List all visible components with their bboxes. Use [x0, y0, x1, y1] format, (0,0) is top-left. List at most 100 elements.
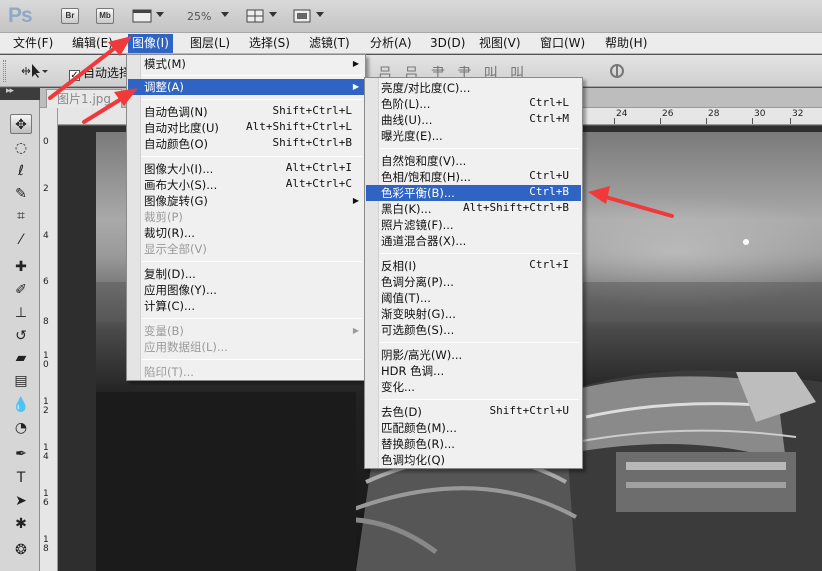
view-extras-dropdown-icon[interactable]	[156, 12, 164, 17]
ruler-mark	[706, 118, 707, 124]
menu-separator	[380, 399, 579, 400]
menu-item-crop: 裁剪(P)	[144, 210, 183, 224]
menu-item-hdr-toning[interactable]: HDR 色调...	[366, 363, 581, 379]
menu-item-levels[interactable]: 色阶(L)... Ctrl+L	[366, 96, 581, 112]
menu-item-auto-color[interactable]: 自动颜色(O) Shift+Ctrl+B	[128, 136, 364, 152]
shape-icon[interactable]: ✱	[10, 514, 32, 534]
view-extras-icon[interactable]	[132, 9, 152, 23]
menu-item-color-balance[interactable]: 色彩平衡(B)... Ctrl+B	[366, 185, 581, 201]
menu-separator	[142, 359, 362, 360]
quick-select-icon[interactable]: ✎	[10, 184, 32, 204]
ruler-tick-label: 1 8	[43, 535, 49, 554]
arrange-documents-icon[interactable]	[246, 9, 264, 23]
launch-bridge-button[interactable]: Br	[61, 8, 79, 24]
eraser-icon[interactable]: ▰	[10, 348, 32, 368]
marquee-icon[interactable]: ◌	[10, 138, 32, 158]
menu-item-brightness-contrast[interactable]: 亮度/对比度(C)...	[366, 80, 581, 96]
menu-item-duplicate[interactable]: 复制(D)...	[128, 266, 364, 282]
healing-brush-icon[interactable]: ✚	[10, 257, 32, 277]
menu-item-curves[interactable]: 曲线(U)... Ctrl+M	[366, 112, 581, 128]
menu-item-desaturate[interactable]: 去色(D) Shift+Ctrl+U	[366, 404, 581, 420]
menu-item-equalize[interactable]: 色调均化(Q)	[366, 452, 581, 468]
menu-separator	[380, 253, 579, 254]
menu-item-mode[interactable]: 模式(M) ▶	[128, 56, 364, 72]
menu-item-invert[interactable]: 反相(I) Ctrl+I	[366, 258, 581, 274]
menu-window[interactable]: 窗口(W)	[536, 34, 589, 53]
menu-image[interactable]: 图像(I)	[128, 34, 173, 53]
menu-separator	[142, 99, 362, 100]
clone-stamp-icon[interactable]: ⊥	[10, 303, 32, 323]
menu-layer[interactable]: 图层(L)	[186, 34, 234, 53]
menu-item-selective-color[interactable]: 可选颜色(S)...	[366, 322, 581, 338]
gradient-icon[interactable]: ▤	[10, 371, 32, 391]
menu-item-variations[interactable]: 变化...	[366, 379, 581, 395]
brush-icon[interactable]: ✐	[10, 280, 32, 300]
zoom-level[interactable]: 25%	[187, 10, 211, 23]
ruler-tick-label: 26	[662, 109, 674, 119]
menu-file[interactable]: 文件(F)	[9, 34, 57, 53]
screen-mode-dropdown-icon[interactable]	[316, 12, 324, 17]
dodge-icon[interactable]: ◔	[10, 418, 32, 438]
menu-edit[interactable]: 编辑(E)	[68, 34, 117, 53]
menu-3d[interactable]: 3D(D)	[426, 34, 469, 53]
vertical-ruler[interactable]: 0 2 4 6 8 1 0 1 2 1 4 1 6 1 8	[40, 108, 58, 571]
menu-item-trap: 陷印(T)...	[144, 365, 194, 379]
menu-item-adjustments[interactable]: 调整(A) ▶	[128, 79, 364, 95]
menu-item-auto-tone[interactable]: 自动色调(N) Shift+Ctrl+L	[128, 104, 364, 120]
menu-item-image-size[interactable]: 图像大小(I)... Alt+Ctrl+I	[128, 161, 364, 177]
menu-item-match-color[interactable]: 匹配颜色(M)...	[366, 420, 581, 436]
type-icon[interactable]: T	[10, 468, 32, 488]
blur-icon[interactable]: 💧	[10, 395, 32, 415]
zoom-dropdown-icon[interactable]	[221, 12, 229, 17]
menu-filter[interactable]: 滤镜(T)	[305, 34, 354, 53]
arrange-dropdown-icon[interactable]	[269, 12, 277, 17]
menu-item-black-white[interactable]: 黑白(K)... Alt+Shift+Ctrl+B	[366, 201, 581, 217]
menu-item-posterize[interactable]: 色调分离(P)...	[366, 274, 581, 290]
document-tab[interactable]: 图片1.jpg	[46, 89, 123, 108]
menu-item-vibrance[interactable]: 自然饱和度(V)...	[366, 153, 581, 169]
menu-item-image-rotation[interactable]: 图像旋转(G) ▶	[128, 193, 364, 209]
3d-rotate-icon[interactable]: ❂	[10, 540, 32, 560]
screen-mode-icon[interactable]	[293, 9, 311, 23]
menu-item-replace-color[interactable]: 替换颜色(R)...	[366, 436, 581, 452]
menu-analysis[interactable]: 分析(A)	[366, 34, 416, 53]
submenu-arrow-icon: ▶	[352, 326, 359, 335]
launch-mini-bridge-button[interactable]: Mb	[96, 8, 114, 24]
menu-item-gradient-map[interactable]: 渐变映射(G)...	[366, 306, 581, 322]
history-brush-icon[interactable]: ↺	[10, 326, 32, 346]
menu-item-calculations[interactable]: 计算(C)...	[128, 298, 364, 314]
menu-item-apply-data-set: 应用数据组(L)...	[144, 340, 228, 354]
path-select-icon[interactable]: ➤	[10, 491, 32, 511]
ruler-mark	[752, 118, 753, 124]
menu-item-canvas-size[interactable]: 画布大小(S)... Alt+Ctrl+C	[128, 177, 364, 193]
ruler-tick-label: 24	[616, 109, 628, 119]
ruler-mark	[614, 118, 615, 124]
menu-item-apply-image[interactable]: 应用图像(Y)...	[128, 282, 364, 298]
menu-select[interactable]: 选择(S)	[245, 34, 294, 53]
submenu-arrow-icon: ▶	[352, 82, 359, 91]
eyedropper-icon[interactable]: ⁄	[10, 230, 32, 250]
ruler-tick-label: 2	[43, 184, 49, 194]
ruler-tick-label: 8	[43, 317, 49, 327]
auto-select-checkbox[interactable]: ✓ 自动选择	[69, 64, 131, 81]
menu-help[interactable]: 帮助(H)	[601, 34, 651, 53]
menu-item-exposure[interactable]: 曝光度(E)...	[366, 128, 581, 144]
crop-icon[interactable]: ⌗	[10, 206, 32, 226]
ruler-tick-label: 4	[43, 231, 49, 241]
menu-item-photo-filter[interactable]: 照片滤镜(F)...	[366, 217, 581, 233]
move-icon[interactable]: ✥	[10, 114, 32, 134]
auto-align-layers-icon[interactable]	[608, 63, 626, 79]
lasso-icon[interactable]: ℓ	[10, 161, 32, 181]
tools-panel-header[interactable]: ▸▸	[0, 86, 40, 100]
options-bar-grip[interactable]	[3, 60, 6, 82]
menu-item-shadows-highlights[interactable]: 阴影/高光(W)...	[366, 347, 581, 363]
menu-separator	[142, 75, 362, 76]
menu-item-hue-saturation[interactable]: 色相/饱和度(H)... Ctrl+U	[366, 169, 581, 185]
menu-item-threshold[interactable]: 阈值(T)...	[366, 290, 581, 306]
menu-item-channel-mixer[interactable]: 通道混合器(X)...	[366, 233, 581, 249]
menu-item-trim[interactable]: 裁切(R)...	[128, 225, 364, 241]
menu-item-auto-contrast[interactable]: 自动对比度(U) Alt+Shift+Ctrl+L	[128, 120, 364, 136]
pen-icon[interactable]: ✒	[10, 444, 32, 464]
menu-view[interactable]: 视图(V)	[475, 34, 525, 53]
tool-preset-picker-icon[interactable]	[20, 63, 48, 79]
